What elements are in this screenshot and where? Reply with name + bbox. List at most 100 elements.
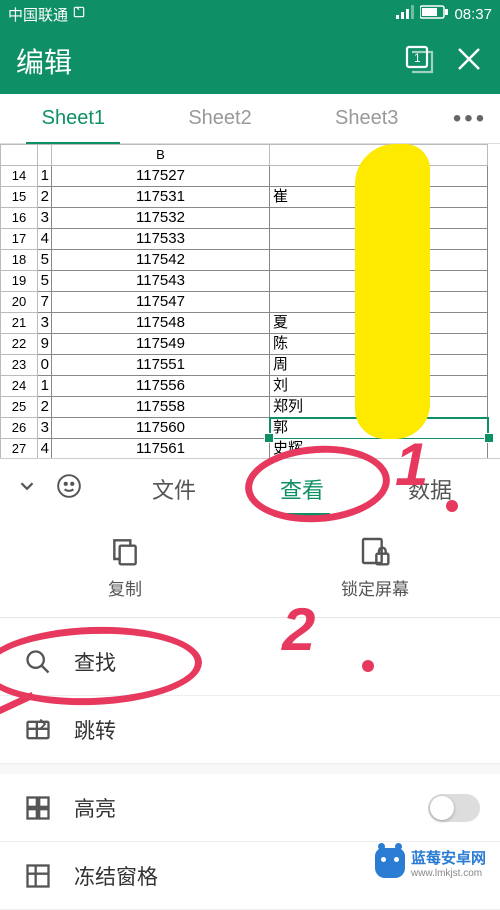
quick-actions: 复制 锁定屏幕 — [0, 518, 500, 618]
highlight-toggle[interactable] — [428, 794, 480, 822]
table-row[interactable]: 274117561史辉 — [0, 439, 500, 458]
assistant-button[interactable] — [48, 473, 90, 504]
cell[interactable] — [270, 229, 488, 250]
cell[interactable]: 117551 — [52, 355, 270, 376]
cell[interactable] — [270, 208, 488, 229]
table-row[interactable]: 230117551周 — [0, 355, 500, 376]
row-header[interactable]: 26 — [0, 418, 38, 439]
sheet-tab-3[interactable]: Sheet3 — [293, 93, 440, 144]
col-header-c[interactable]: C — [270, 144, 488, 166]
cell[interactable]: 0 — [38, 355, 52, 376]
cell[interactable] — [270, 271, 488, 292]
cell[interactable]: 郭 — [270, 418, 488, 439]
cell[interactable]: 117547 — [52, 292, 270, 313]
menu-find[interactable]: 查找 — [0, 628, 500, 696]
row-header[interactable]: 15 — [0, 187, 38, 208]
sheet-tab-2[interactable]: Sheet2 — [147, 93, 294, 144]
svg-text:1: 1 — [414, 51, 421, 65]
cell[interactable]: 3 — [38, 208, 52, 229]
menu-highlight[interactable]: 高亮 — [0, 774, 500, 842]
selection-handle-right[interactable] — [484, 433, 494, 443]
table-row[interactable]: 207117547 — [0, 292, 500, 313]
row-header[interactable]: 18 — [0, 250, 38, 271]
cell[interactable]: 陈 — [270, 334, 488, 355]
cell[interactable]: 117560 — [52, 418, 270, 439]
selection-handle-left[interactable] — [264, 433, 274, 443]
sheet-tab-1[interactable]: Sheet1 — [0, 93, 147, 144]
row-header[interactable]: 25 — [0, 397, 38, 418]
cell[interactable]: 117532 — [52, 208, 270, 229]
collapse-button[interactable] — [6, 475, 48, 502]
lock-screen-action[interactable]: 锁定屏幕 — [250, 518, 500, 617]
cell[interactable]: 117533 — [52, 229, 270, 250]
cell[interactable] — [270, 250, 488, 271]
status-bar: 中国联通 08:37 — [0, 0, 500, 28]
table-row[interactable]: 229117549陈 — [0, 334, 500, 355]
cell[interactable]: 4 — [38, 439, 52, 458]
cell[interactable]: 1 — [38, 376, 52, 397]
col-header-a[interactable] — [38, 144, 52, 166]
cell[interactable]: 1 — [38, 166, 52, 187]
tab-data[interactable]: 数据 — [396, 467, 464, 511]
cell[interactable]: 117543 — [52, 271, 270, 292]
table-row[interactable]: 174117533 — [0, 229, 500, 250]
row-header[interactable]: 14 — [0, 166, 38, 187]
cell[interactable]: 117561 — [52, 439, 270, 458]
menu-goto[interactable]: 跳转 — [0, 696, 500, 764]
row-header[interactable]: 23 — [0, 355, 38, 376]
row-header[interactable]: 21 — [0, 313, 38, 334]
row-header[interactable]: 27 — [0, 439, 38, 458]
cell[interactable]: 117549 — [52, 334, 270, 355]
row-header[interactable]: 22 — [0, 334, 38, 355]
cell[interactable]: 5 — [38, 271, 52, 292]
cell[interactable]: 2 — [38, 397, 52, 418]
watermark-text: 蓝莓安卓网 — [411, 847, 486, 868]
cell[interactable]: 117542 — [52, 250, 270, 271]
menu-find-label: 查找 — [74, 647, 116, 677]
tab-file[interactable]: 文件 — [140, 467, 208, 511]
table-row[interactable]: 213117548夏 — [0, 313, 500, 334]
cell[interactable]: 5 — [38, 250, 52, 271]
cell[interactable]: 117527 — [52, 166, 270, 187]
cell[interactable]: 117556 — [52, 376, 270, 397]
cell[interactable]: 刘 — [270, 376, 488, 397]
row-header[interactable]: 16 — [0, 208, 38, 229]
close-button[interactable] — [454, 44, 484, 79]
cell[interactable]: 郑列 — [270, 397, 488, 418]
row-header[interactable]: 19 — [0, 271, 38, 292]
cell[interactable]: 崔 — [270, 187, 488, 208]
tabs-button[interactable]: 1 — [404, 44, 434, 79]
cell[interactable] — [270, 292, 488, 313]
row-header[interactable]: 24 — [0, 376, 38, 397]
sim-icon — [72, 5, 86, 23]
select-all-corner[interactable] — [0, 144, 38, 166]
col-header-b[interactable]: B — [52, 144, 270, 166]
tab-view[interactable]: 查看 — [268, 467, 336, 511]
cell[interactable]: 3 — [38, 313, 52, 334]
row-header[interactable]: 20 — [0, 292, 38, 313]
cell[interactable]: 史辉 — [270, 439, 488, 458]
cell[interactable]: 周 — [270, 355, 488, 376]
more-sheets-button[interactable]: ••• — [440, 105, 500, 133]
table-row[interactable]: 163117532 — [0, 208, 500, 229]
cell[interactable]: 3 — [38, 418, 52, 439]
copy-action[interactable]: 复制 — [0, 518, 250, 617]
spreadsheet[interactable]: B C 141117527152117531崔16311753217411753… — [0, 144, 500, 458]
table-row[interactable]: 252117558郑列 — [0, 397, 500, 418]
table-row[interactable]: 263117560郭 — [0, 418, 500, 439]
table-row[interactable]: 195117543 — [0, 271, 500, 292]
cell[interactable]: 夏 — [270, 313, 488, 334]
cell[interactable]: 2 — [38, 187, 52, 208]
cell[interactable]: 4 — [38, 229, 52, 250]
cell[interactable]: 117531 — [52, 187, 270, 208]
table-row[interactable]: 152117531崔 — [0, 187, 500, 208]
cell[interactable]: 7 — [38, 292, 52, 313]
row-header[interactable]: 17 — [0, 229, 38, 250]
cell[interactable]: 9 — [38, 334, 52, 355]
table-row[interactable]: 241117556刘 — [0, 376, 500, 397]
cell[interactable]: 117548 — [52, 313, 270, 334]
table-row[interactable]: 141117527 — [0, 166, 500, 187]
table-row[interactable]: 185117542 — [0, 250, 500, 271]
cell[interactable] — [270, 166, 488, 187]
cell[interactable]: 117558 — [52, 397, 270, 418]
